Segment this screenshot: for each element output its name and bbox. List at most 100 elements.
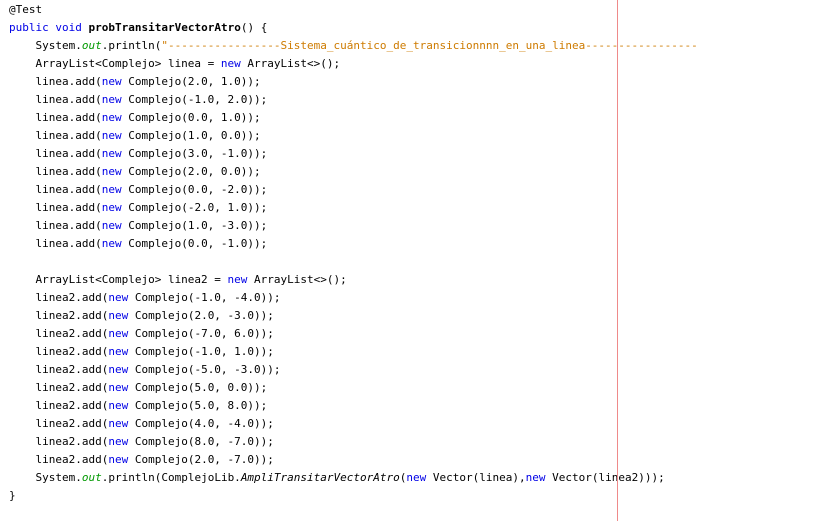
code-line[interactable]: ArrayList<Complejo> linea = new ArrayLis… xyxy=(9,55,698,73)
code-token: Complejo(-1.0, -4.0)); xyxy=(128,291,281,304)
code-token-keyword: new xyxy=(108,435,129,448)
code-token-keyword: new xyxy=(101,93,122,106)
code-token-keyword: new xyxy=(108,309,129,322)
code-line[interactable]: linea.add(new Complejo(-2.0, 1.0)); xyxy=(9,199,698,217)
code-token: ArrayList<>(); xyxy=(240,57,341,70)
code-line[interactable] xyxy=(9,253,698,271)
code-token: Complejo(5.0, 0.0)); xyxy=(128,381,268,394)
code-token-field: out xyxy=(81,471,102,484)
code-token: linea.add( xyxy=(9,219,102,232)
code-token-keyword: public xyxy=(9,21,49,34)
code-line[interactable]: linea2.add(new Complejo(5.0, 0.0)); xyxy=(9,379,698,397)
code-line[interactable]: } xyxy=(9,487,698,505)
code-token-keyword: new xyxy=(101,147,122,160)
code-line[interactable]: linea2.add(new Complejo(2.0, -3.0)); xyxy=(9,307,698,325)
code-token-keyword: new xyxy=(101,237,122,250)
code-token: Complejo(3.0, -1.0)); xyxy=(121,147,268,160)
code-token-keyword: new xyxy=(108,417,129,430)
code-token: .println( xyxy=(101,39,162,52)
code-token: linea2.add( xyxy=(9,291,109,304)
code-line[interactable]: linea.add(new Complejo(-1.0, 2.0)); xyxy=(9,91,698,109)
code-token: Complejo(-1.0, 1.0)); xyxy=(128,345,274,358)
code-line[interactable]: linea.add(new Complejo(3.0, -1.0)); xyxy=(9,145,698,163)
code-line[interactable]: linea2.add(new Complejo(4.0, -4.0)); xyxy=(9,415,698,433)
code-token: Complejo(5.0, 8.0)); xyxy=(128,399,268,412)
code-token-keyword: new xyxy=(101,75,122,88)
code-token: linea2.add( xyxy=(9,345,109,358)
code-token-keyword: new xyxy=(101,219,122,232)
code-token: linea.add( xyxy=(9,129,102,142)
code-token-keyword: new xyxy=(108,453,129,466)
code-token: () { xyxy=(240,21,268,34)
code-line[interactable]: linea.add(new Complejo(0.0, 1.0)); xyxy=(9,109,698,127)
code-token: linea2.add( xyxy=(9,399,109,412)
code-line[interactable]: System.out.println(ComplejoLib.AmpliTran… xyxy=(9,469,698,487)
code-line[interactable]: System.out.println("-----------------Sis… xyxy=(9,37,697,55)
code-editor[interactable]: @Test public void probTransitarVectorAtro… xyxy=(0,0,837,521)
code-line[interactable]: linea2.add(new Complejo(5.0, 8.0)); xyxy=(9,397,698,415)
code-token: Complejo(8.0, -7.0)); xyxy=(128,435,274,448)
code-line[interactable]: linea2.add(new Complejo(-1.0, 1.0)); xyxy=(9,343,698,361)
code-token-keyword: void xyxy=(55,21,82,34)
code-token: linea2.add( xyxy=(9,327,109,340)
code-line[interactable]: linea2.add(new Complejo(2.0, -7.0)); xyxy=(9,451,698,469)
code-token: .println(ComplejoLib. xyxy=(101,471,241,484)
code-token: Complejo(-5.0, -3.0)); xyxy=(128,363,281,376)
code-token: linea2.add( xyxy=(9,435,109,448)
code-token-field: out xyxy=(81,39,102,52)
code-text-area[interactable]: @Test public void probTransitarVectorAtro… xyxy=(9,1,698,505)
code-token-keyword: new xyxy=(108,291,129,304)
code-token: linea2.add( xyxy=(9,363,109,376)
code-token: Complejo(2.0, -7.0)); xyxy=(128,453,274,466)
code-line[interactable]: public void probTransitarVectorAtro() { xyxy=(9,19,698,37)
code-token: linea.add( xyxy=(9,75,102,88)
code-token: linea.add( xyxy=(9,165,102,178)
code-token: Complejo(1.0, -3.0)); xyxy=(121,219,268,232)
code-token: ArrayList<Complejo> linea2 = xyxy=(9,273,228,286)
code-token: Complejo(0.0, -2.0)); xyxy=(121,183,268,196)
code-line[interactable]: linea2.add(new Complejo(-5.0, -3.0)); xyxy=(9,361,698,379)
code-token-keyword: new xyxy=(108,345,129,358)
code-line[interactable]: linea2.add(new Complejo(-1.0, -4.0)); xyxy=(9,289,698,307)
code-token: ArrayList<Complejo> linea = xyxy=(9,57,221,70)
code-token: } xyxy=(9,489,16,502)
code-token: Vector(linea), xyxy=(426,471,526,484)
code-line[interactable]: linea2.add(new Complejo(-7.0, 6.0)); xyxy=(9,325,698,343)
code-token: linea.add( xyxy=(9,201,102,214)
code-token: linea2.add( xyxy=(9,453,109,466)
code-line[interactable]: @Test xyxy=(9,1,698,19)
code-token: Complejo(2.0, 1.0)); xyxy=(121,75,261,88)
code-token: Complejo(0.0, -1.0)); xyxy=(121,237,268,250)
code-token: Complejo(2.0, -3.0)); xyxy=(128,309,274,322)
code-token: ArrayList<>(); xyxy=(247,273,347,286)
code-token-keyword: new xyxy=(108,381,129,394)
code-token: System. xyxy=(9,471,82,484)
code-token: linea.add( xyxy=(9,183,102,196)
code-line[interactable]: ArrayList<Complejo> linea2 = new ArrayLi… xyxy=(9,271,698,289)
code-line[interactable]: linea.add(new Complejo(1.0, 0.0)); xyxy=(9,127,698,145)
code-token-static-call: AmpliTransitarVectorAtro xyxy=(240,471,400,484)
code-token: Complejo(-2.0, 1.0)); xyxy=(121,201,268,214)
code-line[interactable]: linea.add(new Complejo(1.0, -3.0)); xyxy=(9,217,698,235)
code-token: linea2.add( xyxy=(9,417,109,430)
code-token-keyword: new xyxy=(227,273,248,286)
code-token: linea2.add( xyxy=(9,381,109,394)
code-token-keyword: new xyxy=(108,327,129,340)
code-token: Complejo(1.0, 0.0)); xyxy=(121,129,261,142)
code-token-keyword: new xyxy=(101,111,122,124)
code-line[interactable]: linea.add(new Complejo(2.0, 0.0)); xyxy=(9,163,698,181)
code-line[interactable]: linea.add(new Complejo(0.0, -2.0)); xyxy=(9,181,698,199)
code-token-annotation: @Test xyxy=(9,3,43,16)
code-token: Complejo(4.0, -4.0)); xyxy=(128,417,274,430)
code-token-keyword: new xyxy=(108,363,129,376)
code-line[interactable]: linea2.add(new Complejo(8.0, -7.0)); xyxy=(9,433,698,451)
code-line[interactable]: linea.add(new Complejo(2.0, 1.0)); xyxy=(9,73,698,91)
code-token: linea.add( xyxy=(9,93,102,106)
code-token: Complejo(-1.0, 2.0)); xyxy=(121,93,268,106)
code-token: Complejo(0.0, 1.0)); xyxy=(121,111,261,124)
code-token-keyword: new xyxy=(101,165,122,178)
code-token-keyword: new xyxy=(101,183,122,196)
code-token-bold: probTransitarVectorAtro xyxy=(88,21,241,34)
right-margin-guide-line xyxy=(617,0,618,521)
code-line[interactable]: linea.add(new Complejo(0.0, -1.0)); xyxy=(9,235,698,253)
